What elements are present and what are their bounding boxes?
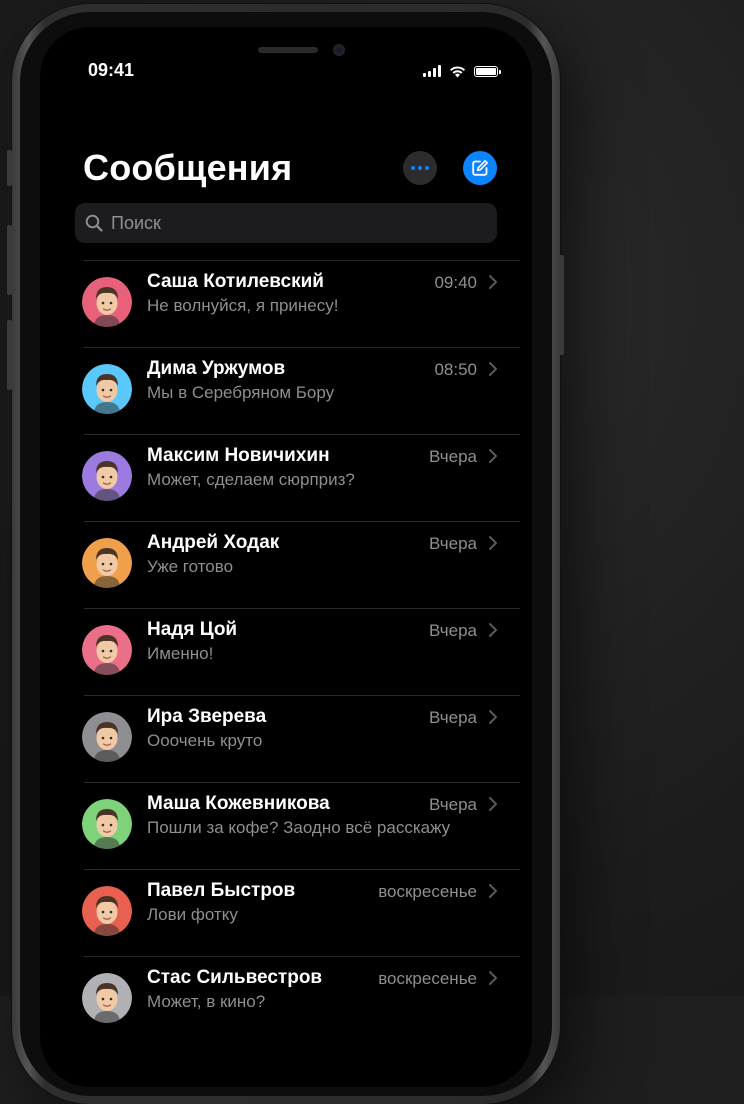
contact-name: Саша Котилевский	[147, 271, 324, 292]
front-camera	[333, 44, 345, 56]
avatar	[82, 538, 132, 588]
phone-screen: 09:41 Сообщения Поиск Саша Котилевский Н…	[40, 27, 532, 1087]
contact-name: Надя Цой	[147, 619, 238, 640]
message-time: Вчера	[429, 795, 477, 814]
memoji-sunglasses-man-icon	[82, 538, 132, 588]
compose-button[interactable]	[463, 151, 497, 185]
avatar	[82, 799, 132, 849]
conversation-row[interactable]: Стас Сильвестров Может, в кино? воскресе…	[82, 956, 520, 1043]
search-input[interactable]	[109, 211, 483, 235]
memoji-man-icon	[82, 364, 132, 414]
conversation-row[interactable]: Саша Котилевский Не волнуйся, я принесу!…	[82, 260, 520, 347]
conversation-row[interactable]: Дима Уржумов Мы в Серебряном Бору 08:50	[82, 347, 520, 434]
chevron-right-icon	[489, 971, 497, 985]
contact-name: Максим Новичихин	[147, 445, 330, 466]
memoji-lion-icon	[82, 712, 132, 762]
message-time: 08:50	[434, 360, 477, 379]
message-preview: Уже готово	[147, 557, 234, 576]
memoji-octopus-icon	[82, 973, 132, 1023]
conversation-list: Саша Котилевский Не волнуйся, я принесу!…	[82, 260, 520, 1043]
avatar	[82, 712, 132, 762]
message-time: Вчера	[429, 447, 477, 466]
search-icon	[85, 214, 103, 232]
status-icons	[423, 64, 501, 78]
chevron-right-icon	[489, 797, 497, 811]
memoji-woman-icon	[82, 625, 132, 675]
contact-name: Павел Быстров	[147, 880, 296, 901]
contact-name: Дима Уржумов	[147, 358, 286, 379]
search-bar[interactable]	[75, 203, 497, 243]
conversation-row[interactable]: Маша Кожевникова Пошли за кофе? Заодно в…	[82, 782, 520, 869]
avatar	[82, 886, 132, 936]
message-time: воскресенье	[378, 969, 477, 988]
more-options-button[interactable]	[403, 151, 437, 185]
mute-switch	[7, 150, 12, 186]
contact-name: Андрей Ходак	[147, 532, 280, 553]
chevron-right-icon	[489, 449, 497, 463]
avatar	[82, 364, 132, 414]
compose-icon	[472, 160, 488, 176]
conversation-row[interactable]: Андрей Ходак Уже готово Вчера	[82, 521, 520, 608]
volume-up-button	[7, 225, 12, 295]
page-title: Сообщения	[83, 147, 293, 188]
avatar	[82, 973, 132, 1023]
message-preview: Именно!	[147, 644, 214, 663]
message-preview: Мы в Серебряном Бору	[147, 383, 335, 402]
earpiece-speaker	[258, 47, 318, 53]
message-time: Вчера	[429, 621, 477, 640]
cellular-signal-icon	[423, 65, 441, 77]
message-preview: Пошли за кофе? Заодно всё расскажу	[147, 818, 451, 837]
status-time: 09:41	[88, 60, 135, 80]
message-preview: Ооочень круто	[147, 731, 263, 750]
conversation-row[interactable]: Ира Зверева Ооочень круто Вчера	[82, 695, 520, 782]
contact-name: Стас Сильвестров	[147, 967, 323, 988]
volume-down-button	[7, 320, 12, 390]
chevron-right-icon	[489, 362, 497, 376]
memoji-bearded-man-icon	[82, 451, 132, 501]
memoji-blonde-woman-icon	[82, 799, 132, 849]
chevron-right-icon	[489, 884, 497, 898]
conversation-row[interactable]: Павел Быстров Лови фотку воскресенье	[82, 869, 520, 956]
memoji-glasses-man-icon	[82, 277, 132, 327]
avatar	[82, 625, 132, 675]
contact-name: Маша Кожевникова	[147, 793, 330, 814]
side-button	[559, 255, 564, 355]
ellipsis-icon	[411, 166, 429, 170]
wifi-icon	[450, 65, 465, 77]
message-time: воскресенье	[378, 882, 477, 901]
message-preview: Не волнуйся, я принесу!	[147, 296, 339, 315]
contact-name: Ира Зверева	[147, 706, 267, 727]
conversation-row[interactable]: Максим Новичихин Может, сделаем сюрприз?…	[82, 434, 520, 521]
message-preview: Может, сделаем сюрприз?	[147, 470, 355, 489]
message-time: Вчера	[429, 534, 477, 553]
chevron-right-icon	[489, 623, 497, 637]
memoji-man-dark-hair-icon	[82, 886, 132, 936]
message-time: Вчера	[429, 708, 477, 727]
message-preview: Лови фотку	[147, 905, 238, 924]
battery-icon	[474, 65, 501, 77]
chevron-right-icon	[489, 536, 497, 550]
avatar	[82, 277, 132, 327]
chevron-right-icon	[489, 275, 497, 289]
avatar	[82, 451, 132, 501]
message-preview: Может, в кино?	[147, 992, 266, 1011]
conversation-row[interactable]: Надя Цой Именно! Вчера	[82, 608, 520, 695]
chevron-right-icon	[489, 710, 497, 724]
message-time: 09:40	[434, 273, 477, 292]
